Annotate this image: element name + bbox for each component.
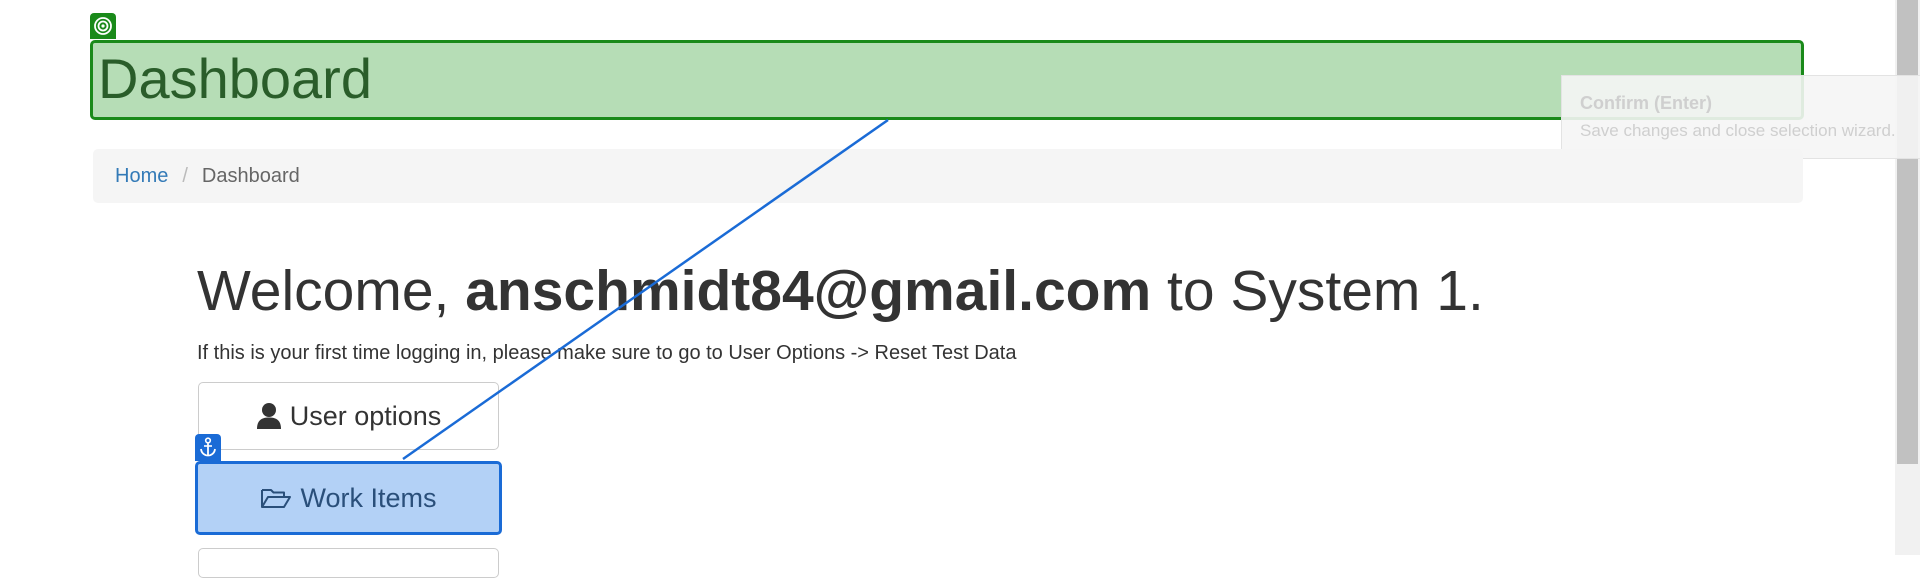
anchor-icon bbox=[200, 437, 216, 457]
target-badge bbox=[90, 13, 116, 39]
folder-open-icon bbox=[261, 489, 292, 508]
first-login-notice: If this is your first time logging in, p… bbox=[197, 342, 1017, 364]
work-items-label: Work Items bbox=[300, 482, 437, 513]
tooltip-description: Save changes and close selection wizard. bbox=[1580, 121, 1896, 140]
welcome-heading: Welcome, anschmidt84@gmail.com to System… bbox=[197, 256, 1484, 326]
anchor-badge bbox=[195, 434, 221, 461]
work-items-button[interactable]: Work Items bbox=[195, 461, 502, 535]
welcome-suffix: to System 1. bbox=[1151, 259, 1484, 323]
breadcrumb-home-link[interactable]: Home bbox=[115, 165, 168, 188]
confirm-tooltip: Confirm (Enter) Save changes and close s… bbox=[1561, 75, 1920, 159]
scrollbar-thumb[interactable] bbox=[1897, 0, 1918, 464]
page-title: Dashboard bbox=[98, 47, 372, 110]
page-header-highlight[interactable]: Dashboard bbox=[90, 40, 1804, 120]
breadcrumb-current: Dashboard bbox=[201, 164, 300, 187]
tooltip-title: Confirm (Enter) bbox=[1580, 93, 1712, 113]
target-icon bbox=[94, 17, 112, 35]
breadcrumb-separator: / bbox=[182, 164, 188, 187]
user-options-label: User options bbox=[289, 400, 442, 431]
welcome-prefix: Welcome, bbox=[197, 259, 466, 323]
welcome-user: anschmidt84@gmail.com bbox=[465, 259, 1152, 323]
user-options-button[interactable]: User options bbox=[198, 382, 499, 450]
user-icon bbox=[256, 403, 281, 429]
next-menu-button[interactable] bbox=[198, 548, 499, 578]
breadcrumb: Home / Dashboard bbox=[93, 149, 1803, 203]
